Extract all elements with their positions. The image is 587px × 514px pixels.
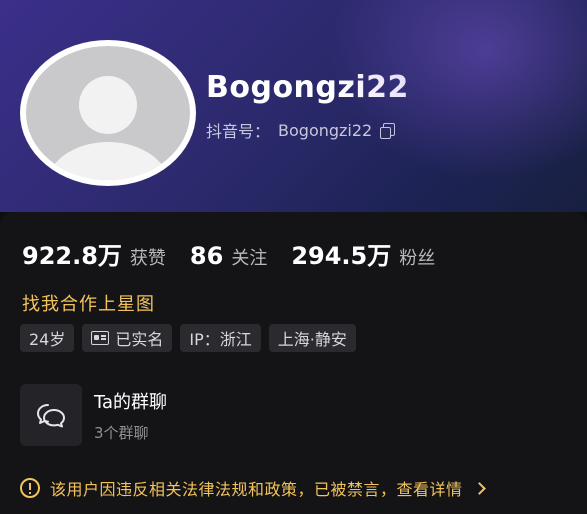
copy-icon[interactable] bbox=[380, 122, 396, 139]
ip-tag-label: IP：浙江 bbox=[189, 330, 252, 349]
default-avatar-icon bbox=[26, 46, 190, 180]
chevron-right-icon bbox=[472, 481, 486, 495]
user-id-row[interactable]: 抖音号： Bogongzi22 bbox=[206, 118, 396, 142]
followers-label: 粉丝 bbox=[399, 248, 436, 269]
following-label: 关注 bbox=[231, 248, 268, 269]
group-chat-count: 3个群聊 bbox=[94, 424, 149, 442]
likes-label: 获赞 bbox=[129, 248, 166, 269]
user-id-value: Bogongzi22 bbox=[278, 120, 373, 140]
stats-row: 922.8万 获赞 86 关注 294.5万 粉丝 bbox=[22, 236, 459, 271]
likes-stat[interactable]: 922.8万 获赞 bbox=[22, 236, 166, 271]
age-tag-label: 24岁 bbox=[29, 330, 66, 349]
following-stat[interactable]: 86 关注 bbox=[190, 242, 267, 270]
location-tag-label: 上海·静安 bbox=[277, 330, 347, 349]
ban-warning-text: 该用户因违反相关法律法规和政策，已被禁言，查看详情 bbox=[50, 480, 463, 499]
ip-tag: IP：浙江 bbox=[180, 324, 261, 352]
profile-tags: 24岁 已实名 IP：浙江 上海·静安 bbox=[20, 324, 356, 352]
avatar[interactable] bbox=[20, 40, 196, 186]
chat-bubbles-icon bbox=[20, 384, 82, 446]
ban-warning[interactable]: 该用户因违反相关法律法规和政策，已被禁言，查看详情 bbox=[20, 476, 486, 500]
id-card-icon bbox=[91, 331, 110, 345]
followers-stat[interactable]: 294.5万 粉丝 bbox=[291, 236, 435, 271]
following-count: 86 bbox=[189, 242, 224, 270]
age-tag: 24岁 bbox=[20, 324, 75, 352]
profile-header: Bogongzi22 抖音号： Bogongzi22 bbox=[0, 0, 587, 212]
location-tag[interactable]: 上海·静安 bbox=[268, 324, 356, 352]
verified-tag[interactable]: 已实名 bbox=[82, 324, 173, 352]
user-id-label: 抖音号： bbox=[206, 122, 271, 141]
group-chat-title: Ta的群聊 bbox=[94, 392, 168, 413]
likes-count: 922.8万 bbox=[22, 242, 122, 270]
exclamation-circle-icon bbox=[20, 478, 40, 498]
group-chat-card[interactable]: Ta的群聊 3个群聊 bbox=[20, 384, 440, 446]
followers-count: 294.5万 bbox=[291, 242, 392, 270]
partner-link[interactable]: 找我合作上星图 bbox=[22, 290, 155, 316]
verified-tag-label: 已实名 bbox=[115, 330, 164, 349]
username: Bogongzi22 bbox=[206, 70, 409, 105]
